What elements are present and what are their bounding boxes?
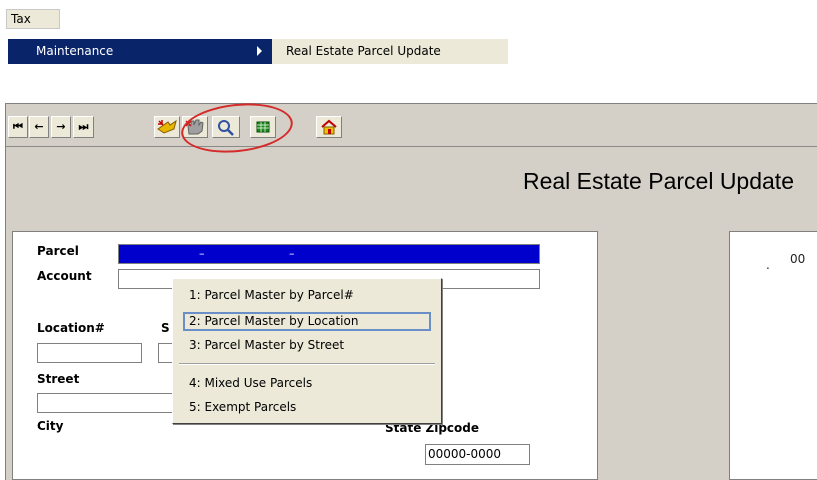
side-panel-dot: .: [766, 258, 770, 272]
menu-item-mixed-use-parcels[interactable]: 4: Mixed Use Parcels: [189, 376, 312, 390]
location-number-label: Location#: [37, 321, 105, 335]
side-panel-value: 00: [790, 252, 806, 266]
menu-item-maintenance[interactable]: Maintenance: [8, 39, 272, 64]
menu-item-exempt-parcels[interactable]: 5: Exempt Parcels: [189, 400, 296, 414]
search-dropdown-menu: 1: Parcel Master by Parcel# 2: Parcel Ma…: [172, 278, 442, 424]
search-button[interactable]: [212, 116, 240, 138]
street-label: Street: [37, 372, 80, 386]
prev-record-button[interactable]: ←: [29, 116, 49, 138]
menu-separator: [179, 363, 435, 365]
menu-item-parcel-master-by-location[interactable]: 2: Parcel Master by Location: [189, 314, 358, 328]
menu-tax[interactable]: Tax: [6, 9, 60, 29]
menu-item-parcel-master-by-street[interactable]: 3: Parcel Master by Street: [189, 338, 344, 352]
side-panel: . 00: [729, 231, 817, 480]
menu-item-real-estate-parcel-update[interactable]: Real Estate Parcel Update: [272, 39, 508, 64]
home-icon: [321, 119, 337, 135]
toolbar: ⏮ ← → ⏭: [6, 104, 817, 147]
parcel-field[interactable]: – –: [118, 244, 540, 264]
menu-item-parcel-master-by-parcel[interactable]: 1: Parcel Master by Parcel#: [189, 288, 354, 302]
home-button[interactable]: [316, 116, 342, 138]
add-record-icon: [157, 119, 177, 134]
spreadsheet-icon: [256, 121, 270, 133]
parcel-field-part-2: –: [289, 247, 295, 260]
parcel-field-part-1: –: [199, 247, 205, 260]
street-field[interactable]: [37, 393, 179, 413]
s-label: S: [161, 321, 170, 335]
delete-record-button[interactable]: [182, 116, 208, 138]
location-number-field[interactable]: [37, 343, 142, 363]
add-record-button[interactable]: [154, 116, 180, 138]
parcel-label: Parcel: [37, 244, 79, 258]
city-label: City: [37, 419, 64, 433]
next-record-button[interactable]: →: [51, 116, 71, 138]
magnifier-icon: [218, 120, 234, 136]
account-label: Account: [37, 269, 92, 283]
export-button[interactable]: [250, 116, 276, 138]
zipcode-field[interactable]: 00000-0000: [425, 444, 530, 465]
page-title: Real Estate Parcel Update: [522, 168, 794, 194]
first-record-button[interactable]: ⏮: [8, 116, 28, 138]
last-record-button[interactable]: ⏭: [73, 116, 94, 138]
menu-item-maintenance-label: Maintenance: [36, 44, 114, 58]
submenu-arrow-icon: [257, 46, 262, 56]
delete-hand-icon: [185, 119, 204, 135]
